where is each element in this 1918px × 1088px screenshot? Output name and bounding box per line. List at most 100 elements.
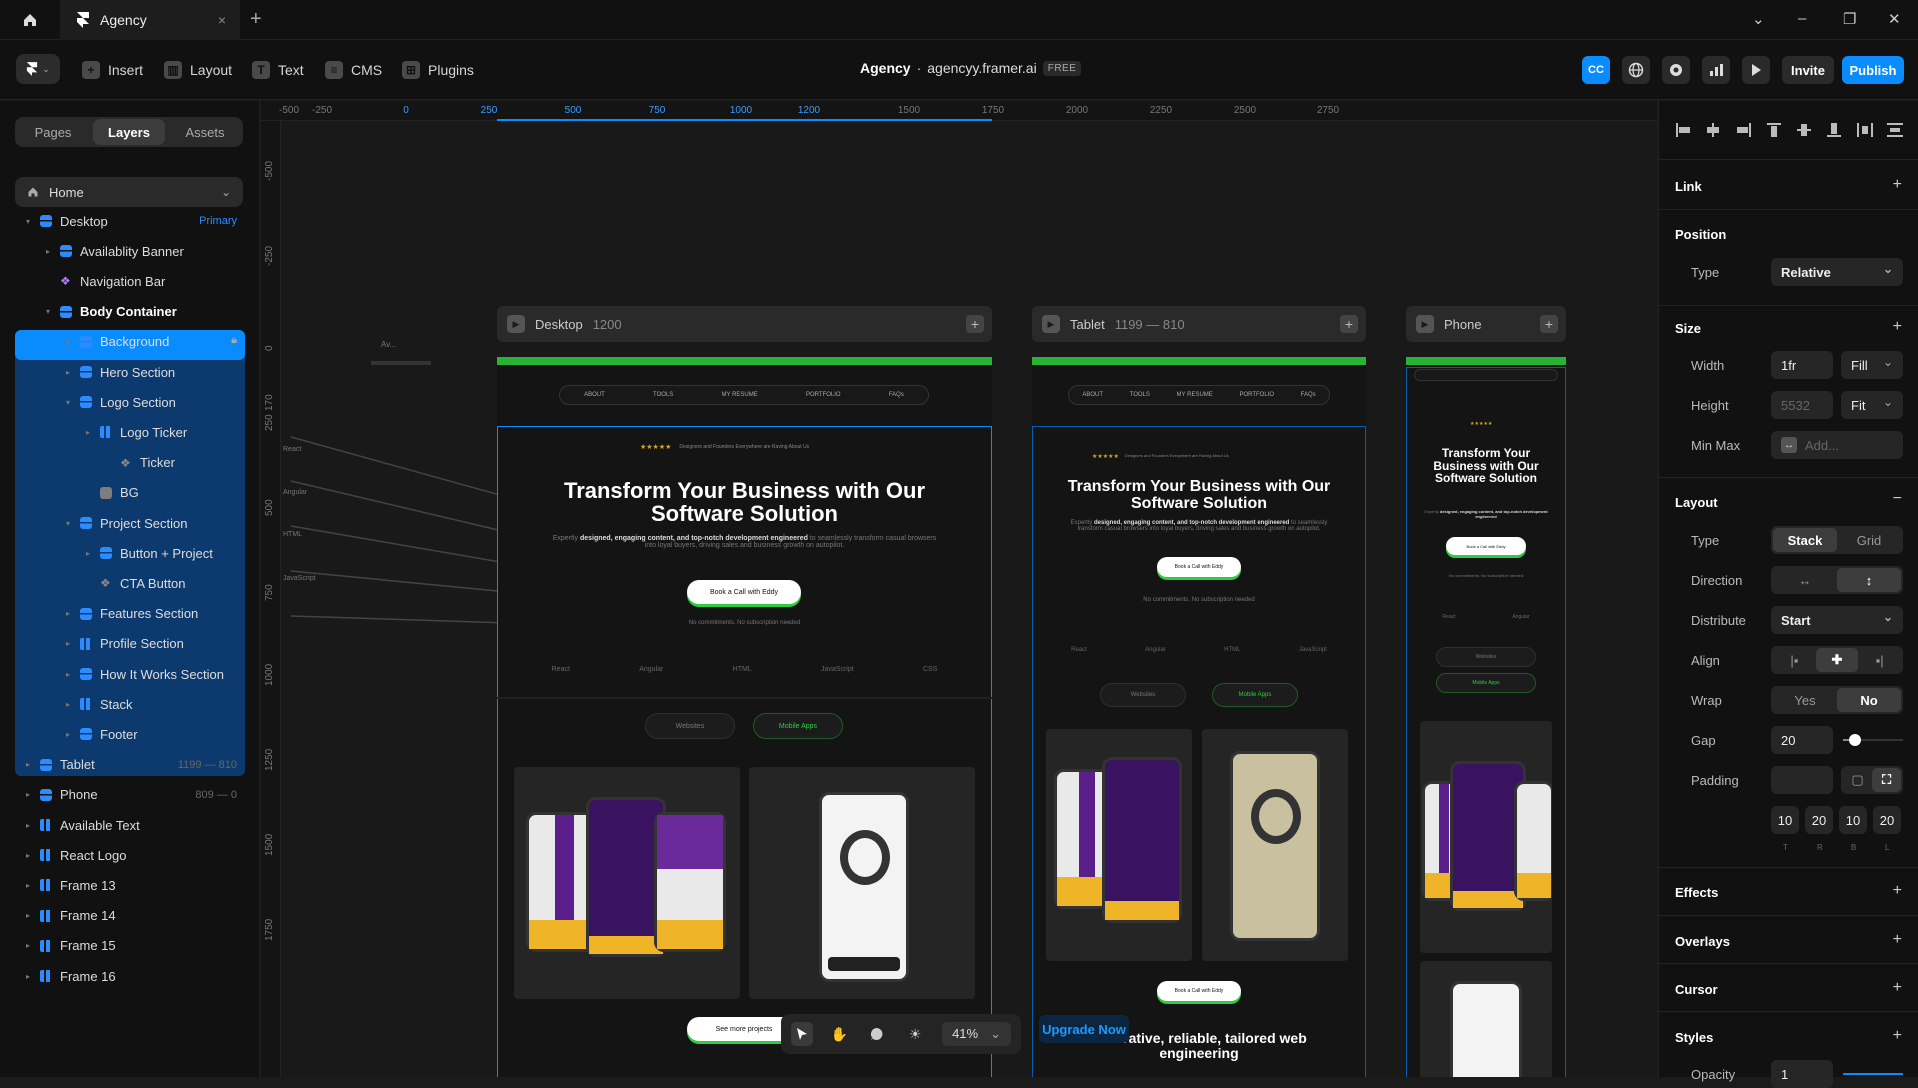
layer-row[interactable]: ▸ React Logo xyxy=(22,840,127,870)
collapse-layout-icon[interactable]: − xyxy=(1893,490,1902,508)
insert-button[interactable]: + Insert xyxy=(82,58,143,82)
layer-row[interactable]: ▸ Logo Ticker xyxy=(82,417,187,447)
layer-row[interactable]: ❖ Navigation Bar xyxy=(42,266,165,296)
expand-caret-icon[interactable]: ▸ xyxy=(82,428,94,437)
tab-close-icon[interactable]: × xyxy=(218,12,226,28)
layer-row[interactable]: BG xyxy=(82,478,139,508)
tab-list-chevron-icon[interactable]: ⌄ xyxy=(1752,10,1765,28)
layout-stack-option[interactable]: Stack xyxy=(1773,528,1837,552)
play-icon[interactable]: ▶ xyxy=(507,315,525,333)
align-right-icon[interactable] xyxy=(1736,123,1752,137)
wrap-no-option[interactable]: No xyxy=(1837,688,1901,712)
gap-slider[interactable] xyxy=(1843,734,1903,746)
position-type-select[interactable]: Relative xyxy=(1771,258,1903,286)
main-menu-button[interactable]: ⌄ xyxy=(16,54,60,84)
distribute-v-icon[interactable] xyxy=(1886,123,1903,137)
cms-button[interactable]: ≡ CMS xyxy=(325,58,382,82)
add-link-icon[interactable]: + xyxy=(1893,176,1902,194)
add-effect-icon[interactable]: + xyxy=(1893,882,1902,900)
expand-caret-icon[interactable]: ▸ xyxy=(22,760,34,769)
phone-frame[interactable]: ★★★★★ Transform Your Business with Our S… xyxy=(1406,357,1566,1077)
distribute-h-icon[interactable] xyxy=(1856,123,1873,137)
add-style-icon[interactable]: + xyxy=(1893,1027,1902,1045)
layer-row[interactable]: ▸ Stack xyxy=(62,689,133,719)
expand-caret-icon[interactable]: ▸ xyxy=(22,881,34,890)
expand-caret-icon[interactable]: ▸ xyxy=(22,911,34,920)
desktop-frame[interactable]: ABOUT TOOLS MY RESUME PORTFOLIO FAQs ★★★… xyxy=(497,357,992,1077)
layer-row[interactable]: ▸ Frame 16 xyxy=(22,961,116,991)
align-start-icon[interactable]: |▪ xyxy=(1773,648,1816,672)
layer-row[interactable]: ❖ CTA Button xyxy=(82,568,186,598)
align-bottom-icon[interactable] xyxy=(1826,123,1842,137)
layer-row[interactable]: ▸ Frame 14 xyxy=(22,901,116,931)
opacity-slider[interactable] xyxy=(1843,1073,1903,1075)
expand-caret-icon[interactable]: ▸ xyxy=(62,730,74,739)
comment-icon[interactable] xyxy=(867,1022,889,1046)
expand-caret-icon[interactable]: ▸ xyxy=(22,941,34,950)
add-breakpoint-icon[interactable]: + xyxy=(1540,315,1558,333)
tab-agency[interactable]: Agency × xyxy=(60,0,240,40)
align-left-icon[interactable] xyxy=(1675,123,1691,137)
add-size-icon[interactable]: + xyxy=(1893,318,1902,336)
expand-caret-icon[interactable]: ▸ xyxy=(42,247,54,256)
layer-row[interactable]: ▸ Available Text xyxy=(22,810,140,840)
layer-row[interactable]: ▾ Body Container xyxy=(42,297,177,327)
padding-top-input[interactable]: 10 xyxy=(1771,806,1799,834)
expand-caret-icon[interactable]: ▸ xyxy=(62,337,74,346)
tab-assets[interactable]: Assets xyxy=(169,119,241,145)
layer-row[interactable]: ▸ Availablity Banner xyxy=(42,236,184,266)
layer-row[interactable]: ▸ Phone xyxy=(22,780,98,810)
expand-caret-icon[interactable]: ▸ xyxy=(62,670,74,679)
expand-caret-icon[interactable]: ▸ xyxy=(22,851,34,860)
expand-caret-icon[interactable]: ▸ xyxy=(62,368,74,377)
new-tab-icon[interactable]: + xyxy=(250,8,262,31)
invite-button[interactable]: Invite xyxy=(1782,56,1834,84)
plugins-button[interactable]: ⊞ Plugins xyxy=(402,58,474,82)
expand-caret-icon[interactable]: ▾ xyxy=(62,398,74,407)
avatar[interactable]: CC xyxy=(1582,56,1610,84)
expand-caret-icon[interactable]: ▸ xyxy=(22,790,34,799)
add-overlay-icon[interactable]: + xyxy=(1893,931,1902,949)
layout-button[interactable]: ▥ Layout xyxy=(164,58,232,82)
align-top-icon[interactable] xyxy=(1766,123,1782,137)
distribute-select[interactable]: Start xyxy=(1771,606,1903,634)
play-icon[interactable]: ▶ xyxy=(1416,315,1434,333)
expand-caret-icon[interactable]: ▾ xyxy=(22,217,34,226)
height-mode-select[interactable]: Fit xyxy=(1841,391,1903,419)
padding-left-input[interactable]: 20 xyxy=(1873,806,1901,834)
layer-row[interactable]: ▸ Hero Section xyxy=(62,357,175,387)
layer-row[interactable]: ▾ Desktop xyxy=(22,206,108,236)
expand-caret-icon[interactable]: ▸ xyxy=(62,700,74,709)
globe-button[interactable] xyxy=(1622,56,1650,84)
layer-row[interactable]: ▸ Profile Section xyxy=(62,629,184,659)
layer-row[interactable]: ▸ Tablet xyxy=(22,750,95,780)
preview-button[interactable] xyxy=(1742,56,1770,84)
close-window-icon[interactable]: ✕ xyxy=(1888,10,1901,28)
hand-icon[interactable]: ✋ xyxy=(829,1022,851,1046)
opacity-input[interactable]: 1 xyxy=(1771,1060,1833,1088)
minimize-icon[interactable]: – xyxy=(1798,10,1806,27)
text-button[interactable]: T Text xyxy=(252,58,304,82)
layer-row[interactable]: ▸ How It Works Section xyxy=(62,659,224,689)
expand-caret-icon[interactable]: ▸ xyxy=(62,639,74,648)
tablet-frame-header[interactable]: ▶ Tablet 1199 — 810 + xyxy=(1032,306,1366,342)
restore-icon[interactable]: ❐ xyxy=(1843,10,1856,28)
padding-bottom-input[interactable]: 10 xyxy=(1839,806,1867,834)
publish-button[interactable]: Publish xyxy=(1842,56,1904,84)
layout-grid-option[interactable]: Grid xyxy=(1837,528,1901,552)
add-breakpoint-icon[interactable]: + xyxy=(966,315,984,333)
zoom-control[interactable]: 41% ⌄ xyxy=(942,1022,1011,1046)
layer-row[interactable]: ▾ Project Section xyxy=(62,508,187,538)
layer-row[interactable]: ▸ Frame 15 xyxy=(22,931,116,961)
layer-row[interactable]: ▸ Footer xyxy=(62,719,138,749)
expand-caret-icon[interactable]: ▸ xyxy=(82,549,94,558)
expand-caret-icon[interactable]: ▾ xyxy=(42,307,54,316)
expand-caret-icon[interactable]: ▾ xyxy=(62,519,74,528)
expand-caret-icon[interactable]: ▸ xyxy=(62,609,74,618)
lock-icon[interactable]: 🔒︎ xyxy=(231,334,237,347)
direction-horizontal-icon[interactable]: ↔ xyxy=(1773,568,1837,592)
add-breakpoint-icon[interactable]: + xyxy=(1340,315,1358,333)
gap-input[interactable]: 20 xyxy=(1771,726,1833,754)
gap-slider-knob[interactable] xyxy=(1849,734,1861,746)
layer-row[interactable]: ▾ Logo Section xyxy=(62,387,176,417)
